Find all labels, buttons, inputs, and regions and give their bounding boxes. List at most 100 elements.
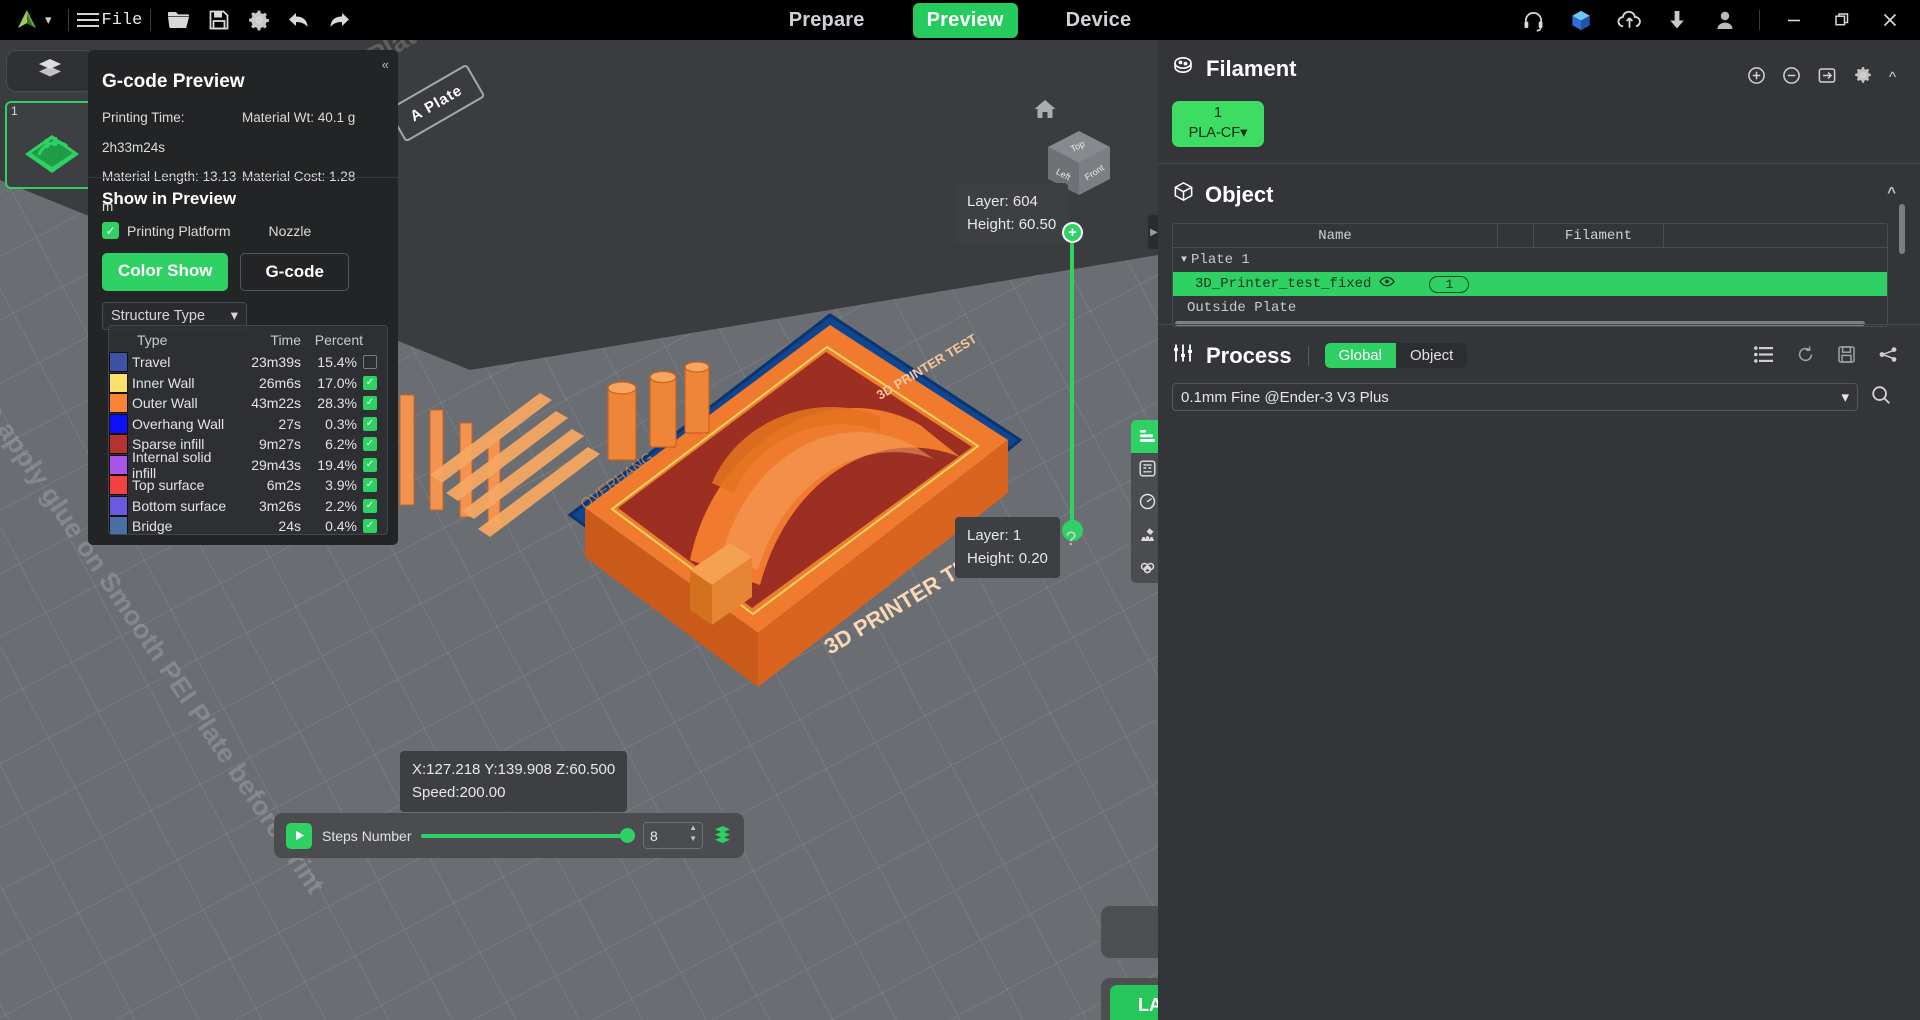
legend-header: Type Time Percent bbox=[109, 326, 387, 352]
gcode-button[interactable]: G-code bbox=[240, 253, 350, 291]
slice-plate-button[interactable]: Slice Plate ▲ bbox=[1101, 906, 1158, 958]
help-icon[interactable]: ? bbox=[1058, 527, 1084, 553]
list-settings-icon[interactable] bbox=[1754, 346, 1774, 368]
legend-row[interactable]: Overhang Wall 27s 0.3% ✓ bbox=[109, 413, 387, 435]
scope-tab-object[interactable]: Object bbox=[1396, 343, 1467, 368]
collapse-panel-icon[interactable]: « bbox=[382, 57, 389, 72]
minimize-icon[interactable] bbox=[1770, 0, 1818, 40]
plates-button[interactable] bbox=[6, 50, 94, 92]
legend-visibility-checkbox[interactable] bbox=[363, 355, 377, 370]
legend-row[interactable]: Outer Wall 43m22s 28.3% ✓ bbox=[109, 393, 387, 414]
printing-platform-checkbox[interactable]: ✓ bbox=[102, 222, 119, 239]
collapse-object-icon[interactable]: ^ bbox=[1887, 184, 1896, 201]
support-icon[interactable] bbox=[1131, 518, 1158, 551]
legend-row[interactable]: Inner Wall 26m6s 17.0% ✓ bbox=[109, 372, 387, 394]
orca-logo-icon[interactable] bbox=[14, 7, 40, 33]
redo-icon[interactable] bbox=[319, 0, 359, 40]
legend-percent-value: 2.2% bbox=[325, 497, 357, 514]
layer-slider-track[interactable] bbox=[1070, 232, 1074, 538]
legend-time-value: 6m2s bbox=[266, 477, 301, 494]
download-icon[interactable] bbox=[1653, 0, 1701, 40]
save-icon[interactable] bbox=[199, 0, 239, 40]
search-icon[interactable] bbox=[1870, 384, 1892, 411]
legend-visibility-checkbox[interactable]: ✓ bbox=[363, 437, 377, 452]
menu-hamburger-icon[interactable] bbox=[76, 10, 99, 30]
legend-visibility-checkbox[interactable]: ✓ bbox=[363, 396, 377, 411]
object-row-outside[interactable]: Outside Plate bbox=[1173, 296, 1887, 320]
undo-icon[interactable] bbox=[279, 0, 319, 40]
legend-row[interactable]: Top surface 6m2s 3.9% ✓ bbox=[109, 475, 387, 496]
remove-filament-icon[interactable] bbox=[1782, 66, 1801, 90]
account-icon[interactable] bbox=[1701, 0, 1749, 40]
collapse-filament-icon[interactable]: ^ bbox=[1889, 69, 1896, 86]
reset-icon[interactable] bbox=[1796, 345, 1815, 369]
lan-printing-button-group[interactable]: LAN Printing ▲ bbox=[1101, 978, 1158, 1020]
headset-icon[interactable] bbox=[1509, 0, 1557, 40]
steps-slider-rail[interactable] bbox=[421, 833, 633, 838]
close-icon[interactable] bbox=[1866, 0, 1914, 40]
play-icon[interactable] bbox=[286, 822, 312, 849]
home-icon[interactable] bbox=[1033, 98, 1057, 125]
tab-device[interactable]: Device bbox=[1052, 3, 1146, 38]
object-row-model[interactable]: 3D_Printer_test_fixed 1 bbox=[1173, 272, 1887, 296]
process-preset-select[interactable]: 0.1mm Fine @Ender-3 V3 Plus ▾ bbox=[1172, 383, 1858, 411]
color-show-button[interactable]: Color Show bbox=[102, 253, 229, 291]
compare-icon[interactable] bbox=[1878, 345, 1898, 369]
legend-visibility-checkbox[interactable]: ✓ bbox=[363, 498, 377, 513]
grid-apps-icon[interactable] bbox=[1131, 550, 1158, 583]
sync-filament-icon[interactable] bbox=[1817, 66, 1837, 90]
legend-col-percent: Percent bbox=[314, 332, 363, 348]
speed-gauge-icon[interactable] bbox=[1131, 485, 1158, 518]
restore-icon[interactable] bbox=[1818, 0, 1866, 40]
steps-number-input[interactable]: 8 ▲ ▼ bbox=[643, 822, 703, 849]
steps-number-bar: Steps Number 8 ▲ ▼ bbox=[274, 813, 744, 858]
stepper-arrows[interactable]: ▲ ▼ bbox=[689, 824, 697, 843]
add-filament-icon[interactable] bbox=[1747, 66, 1766, 90]
object-filament-badge[interactable]: 1 bbox=[1429, 275, 1470, 293]
legend-row[interactable]: Bottom surface 3m26s 2.2% ✓ bbox=[109, 495, 387, 517]
tab-preview[interactable]: Preview bbox=[912, 2, 1018, 38]
legend-row[interactable]: Internal solid infill 29m43s 19.4% ✓ bbox=[109, 449, 387, 481]
nozzle-label[interactable]: Nozzle bbox=[268, 223, 311, 239]
legend-color-swatch bbox=[109, 393, 128, 414]
object-col-name: Name bbox=[1318, 227, 1352, 244]
layer-slider[interactable]: + bbox=[1062, 220, 1083, 550]
legend-row[interactable]: Bridge 24s 0.4% ✓ bbox=[109, 516, 387, 534]
chevron-down-icon[interactable]: ▾ bbox=[45, 12, 52, 28]
stacked-layers-icon[interactable] bbox=[713, 824, 732, 848]
layer-slider-upper-handle[interactable]: + bbox=[1062, 222, 1083, 243]
save-preset-icon[interactable] bbox=[1837, 345, 1856, 369]
file-menu-label[interactable]: File bbox=[102, 11, 143, 30]
open-folder-icon[interactable] bbox=[159, 0, 199, 40]
toolbar-divider bbox=[67, 9, 69, 31]
eye-icon[interactable] bbox=[1379, 276, 1396, 292]
lan-printing-button[interactable]: LAN Printing bbox=[1110, 985, 1158, 1020]
steps-slider-knob[interactable] bbox=[620, 828, 635, 843]
steps-slider[interactable] bbox=[421, 826, 635, 846]
legend-visibility-checkbox[interactable]: ✓ bbox=[363, 416, 377, 431]
tab-prepare[interactable]: Prepare bbox=[775, 3, 879, 38]
preset-row: 0.1mm Fine @Ender-3 V3 Plus ▾ bbox=[1172, 383, 1906, 411]
scope-tab-global[interactable]: Global bbox=[1324, 343, 1396, 368]
cloud-upload-icon[interactable] bbox=[1605, 0, 1653, 40]
legend-visibility-checkbox[interactable]: ✓ bbox=[363, 478, 377, 493]
top-toolbar-right bbox=[1509, 0, 1920, 40]
show-in-preview-options: ✓ Printing Platform Nozzle bbox=[102, 222, 311, 239]
expand-triangle-icon[interactable]: ▼ bbox=[1181, 255, 1187, 266]
filament-actions: ^ bbox=[1747, 65, 1896, 90]
legend-visibility-checkbox[interactable]: ✓ bbox=[363, 457, 377, 472]
bounding-box-icon[interactable] bbox=[1131, 453, 1158, 486]
panel-expand-handle[interactable]: ▶ bbox=[1148, 215, 1158, 249]
object-row-plate[interactable]: ▼ Plate 1 bbox=[1173, 248, 1887, 272]
plate-thumbnail[interactable]: 1 bbox=[5, 101, 95, 189]
legend-visibility-checkbox[interactable]: ✓ bbox=[363, 519, 377, 534]
object-table-hscrollbar[interactable] bbox=[1173, 320, 1887, 326]
layer-list-icon[interactable] bbox=[1131, 420, 1158, 453]
legend-row[interactable]: Travel 23m39s 15.4% bbox=[109, 352, 387, 373]
cube-logo-icon[interactable] bbox=[1557, 0, 1605, 40]
sliders-icon bbox=[1172, 342, 1194, 369]
filament-settings-icon[interactable] bbox=[1853, 65, 1873, 90]
filament-chip[interactable]: 1 PLA-CF▾ bbox=[1172, 101, 1264, 147]
gear-icon[interactable] bbox=[239, 0, 279, 40]
legend-visibility-checkbox[interactable]: ✓ bbox=[363, 375, 377, 390]
